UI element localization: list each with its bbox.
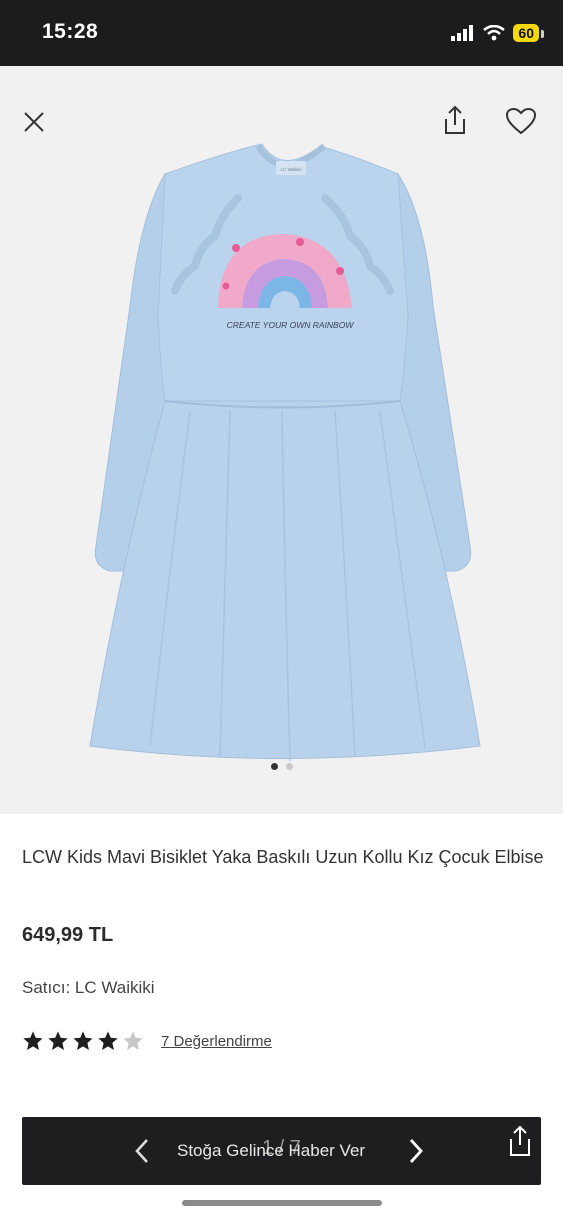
item-counter: 1 / 7: [262, 1137, 301, 1159]
wifi-icon: [483, 25, 506, 41]
reviews-link[interactable]: 7 Değerlendirme: [161, 1033, 272, 1050]
star-filled-icon: [23, 1031, 43, 1050]
product-image-gallery[interactable]: CREATE YOUR OWN RAINBOW LC Waikiki: [0, 66, 563, 814]
chevron-right-icon: [409, 1139, 423, 1163]
signal-icon: [451, 25, 474, 41]
star-filled-icon: [73, 1031, 93, 1050]
previous-button[interactable]: [134, 1137, 150, 1170]
gallery-pagination[interactable]: [0, 763, 563, 770]
rating-stars: [22, 1030, 144, 1052]
brand-tag: LC Waikiki: [280, 167, 301, 172]
product-title: LCW Kids Mavi Bisiklet Yaka Baskılı Uzun…: [22, 847, 544, 867]
bar-share-button[interactable]: [506, 1123, 534, 1164]
status-bar: 15:28 60: [0, 0, 563, 66]
star-filled-icon: [98, 1031, 118, 1050]
home-indicator: [182, 1200, 382, 1206]
chevron-left-icon: [135, 1139, 148, 1163]
share-icon: [510, 1125, 530, 1156]
battery-indicator: 60: [513, 24, 544, 42]
favorite-button[interactable]: [503, 103, 539, 139]
bottom-action-bar: Stoğa Gelince Haber Ver 1 / 7: [22, 1117, 541, 1185]
print-slogan: CREATE YOUR OWN RAINBOW: [227, 320, 355, 330]
print-text: CREATE YOUR OWN RAINBOW LC Waikiki: [227, 167, 355, 330]
gallery-dot[interactable]: [285, 763, 293, 770]
status-icons: 60: [451, 22, 544, 44]
star-filled-icon: [48, 1031, 68, 1050]
share-icon: [445, 105, 465, 134]
heart-icon: [505, 107, 537, 135]
product-price: 649,99 TL: [22, 924, 114, 946]
close-icon: [24, 112, 44, 132]
gallery-dot-active[interactable]: [270, 763, 278, 770]
seller-info[interactable]: Satıcı: LC Waikiki: [22, 978, 155, 998]
next-button[interactable]: [408, 1137, 424, 1170]
product-rating: 7 Değerlendirme: [22, 1030, 272, 1052]
close-button[interactable]: [16, 104, 52, 140]
star-empty-icon: [123, 1031, 143, 1050]
status-time: 15:28: [42, 20, 99, 43]
share-button[interactable]: [437, 102, 473, 138]
